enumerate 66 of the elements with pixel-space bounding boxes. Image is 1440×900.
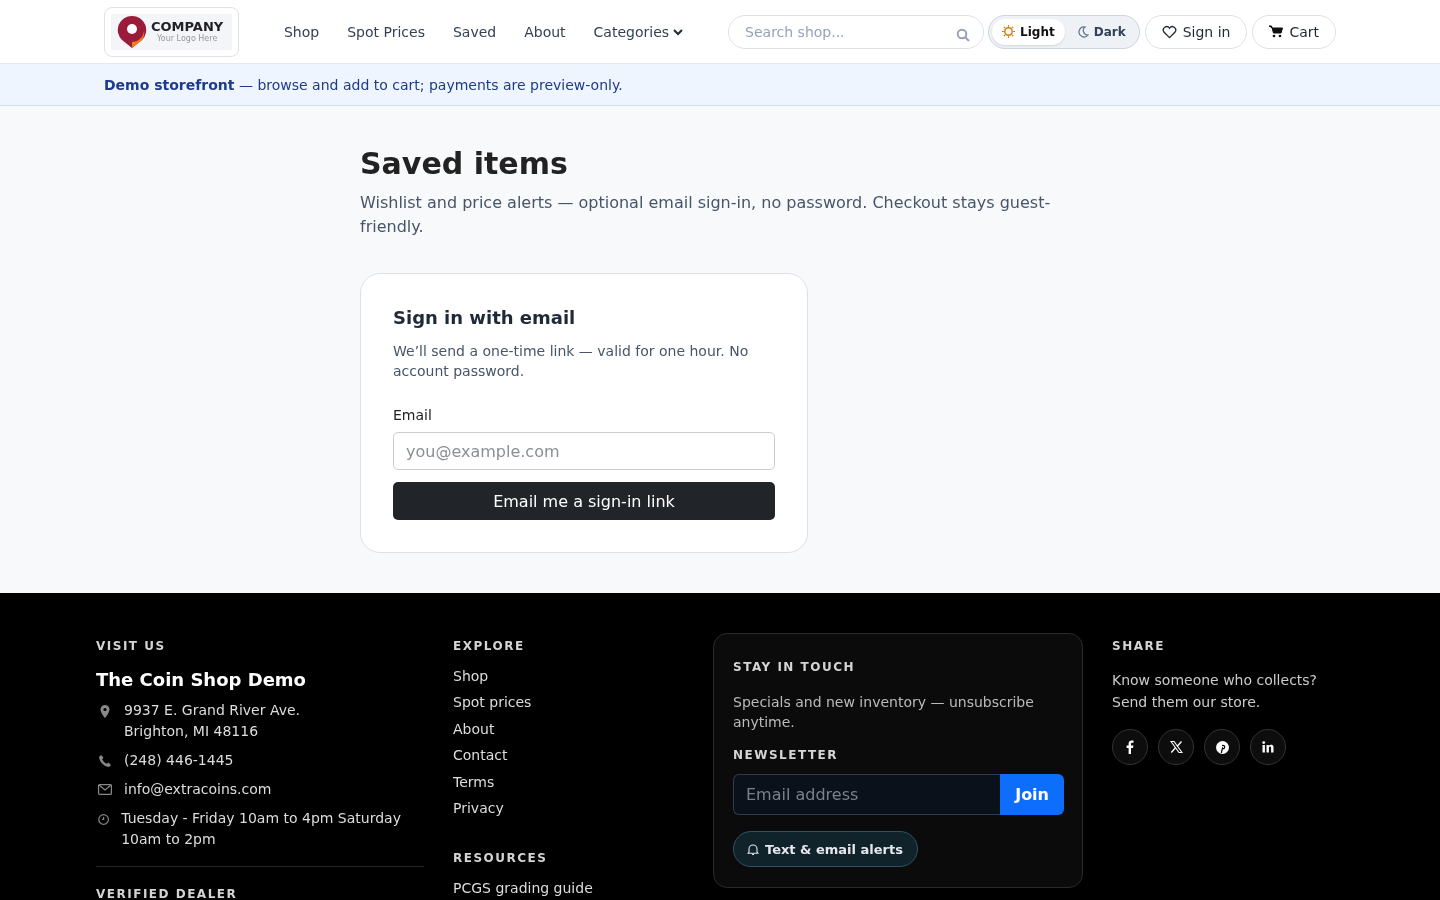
footer-link[interactable]: Privacy — [453, 795, 684, 822]
alerts-button[interactable]: Text & email alerts — [733, 831, 918, 867]
social-button[interactable] — [1204, 729, 1240, 765]
section-heading: STAY IN TOUCH — [733, 660, 857, 674]
card-title: Sign in with email — [393, 307, 577, 328]
page-title: Saved items — [360, 146, 569, 181]
nav-link[interactable]: Spot Prices — [347, 23, 425, 40]
footer-link[interactable]: PCGS grading guide — [453, 875, 684, 900]
contact-text: info@extracoins.com — [124, 780, 272, 799]
facebook-icon — [1126, 740, 1134, 754]
newsletter-description: Specials and new inventory — unsubscribe anytime. — [733, 693, 1035, 732]
contact-text: Brighton, MI 48116 — [124, 722, 260, 741]
chevron-down-icon — [673, 27, 684, 36]
sun-icon — [1002, 25, 1016, 38]
search-icon — [956, 27, 971, 42]
shop-name: The Coin Shop Demo — [96, 669, 307, 690]
section-heading: VISIT US — [96, 639, 167, 653]
card-description: We’ll send a one-time link — valid for one hour. No account password. — [393, 342, 750, 381]
section-heading: VERIFIED DEALER — [96, 887, 239, 900]
theme-option[interactable]: Dark — [1066, 18, 1136, 45]
section-heading: NEWSLETTER — [733, 748, 840, 762]
share-text: Know someone who collects? Send them our store. — [1112, 671, 1319, 712]
section-heading: EXPLORE — [453, 639, 526, 653]
location-pin-icon — [98, 705, 112, 718]
phone-icon — [98, 755, 112, 767]
theme-option[interactable]: Light — [992, 18, 1065, 45]
nav-link[interactable]: Shop — [284, 23, 320, 40]
join-button[interactable]: Join — [1000, 774, 1064, 815]
section-heading: SHARE — [1112, 639, 1166, 653]
nav-dropdown[interactable]: Categories — [593, 23, 684, 40]
newsletter-email-field[interactable]: Email address — [733, 774, 1001, 815]
x-icon — [1169, 741, 1183, 753]
moon-icon — [1076, 25, 1089, 38]
footer-link[interactable]: Shop — [453, 663, 684, 690]
company-logo[interactable]: COMPANY Your Logo Here — [104, 6, 239, 57]
nav-link[interactable]: About — [524, 23, 566, 40]
cart-button[interactable]: Cart — [1252, 14, 1336, 49]
nav-link[interactable]: Saved — [452, 23, 497, 40]
contact-text: (248) 446-1445 — [124, 751, 234, 770]
contact-text: Tuesday - Friday 10am to 4pm Saturday 10am to 2pm — [121, 809, 402, 849]
clock-icon — [98, 813, 110, 826]
footer-link[interactable]: Spot prices — [453, 689, 684, 716]
social-button[interactable] — [1158, 729, 1194, 765]
logo-tagline: Your Logo Here — [157, 35, 219, 43]
heart-icon — [1161, 24, 1177, 39]
demo-notice: Demo storefront — browse and add to cart; payments are preview-only. — [104, 76, 624, 93]
send-link-button[interactable]: Email me a sign-in link — [393, 482, 775, 520]
pin-logo-icon — [117, 14, 147, 49]
envelope-icon — [98, 784, 112, 795]
section-heading: RESOURCES — [453, 851, 549, 866]
footer-link[interactable]: Contact — [453, 742, 684, 769]
search-field[interactable]: Search shop... — [728, 14, 985, 49]
social-button[interactable] — [1250, 729, 1286, 765]
email-field[interactable]: you@example.com — [393, 432, 775, 470]
page-subtitle: Wishlist and price alerts — optional email sign-in, no password. Checkout stays guest-friendly. — [360, 192, 1052, 238]
email-label: Email — [393, 407, 433, 423]
footer-link[interactable]: Terms — [453, 768, 684, 796]
pinterest-icon — [1215, 740, 1229, 754]
footer-link[interactable]: About — [453, 715, 684, 743]
sign-in-button[interactable]: Sign in — [1144, 14, 1248, 49]
contact-text: 9937 E. Grand River Ave. — [124, 701, 301, 720]
cart-icon — [1269, 25, 1284, 38]
social-button[interactable] — [1112, 729, 1148, 765]
linkedin-icon — [1262, 741, 1274, 753]
bell-icon — [747, 842, 759, 856]
logo-name: COMPANY — [151, 20, 224, 33]
